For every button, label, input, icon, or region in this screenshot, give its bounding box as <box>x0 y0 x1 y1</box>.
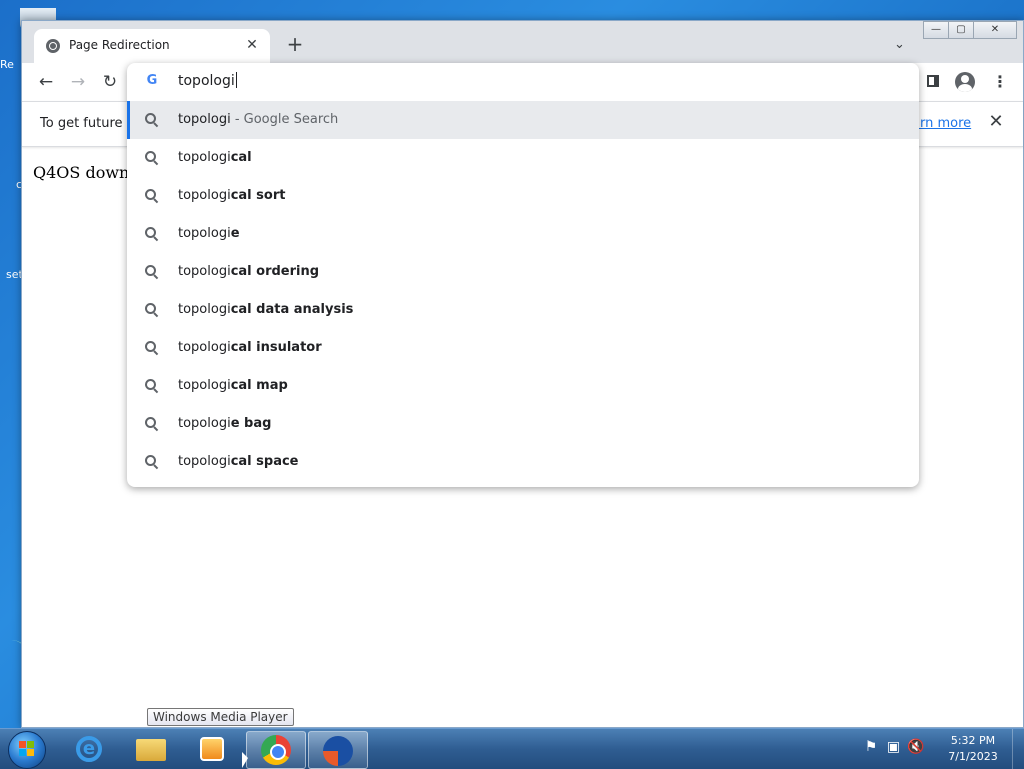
folder-icon <box>136 739 166 761</box>
page-content-text: Q4OS downl <box>33 163 135 182</box>
windows-logo-icon <box>19 741 35 757</box>
suggestion-item[interactable]: topological sort <box>127 177 919 215</box>
taskbar-chrome[interactable] <box>246 731 306 769</box>
network-icon[interactable]: ▣ <box>884 739 902 755</box>
side-panel-icon[interactable] <box>927 75 939 87</box>
info-bar-text: To get future G <box>40 116 137 131</box>
app-icon <box>323 736 353 766</box>
menu-button[interactable]: ⋮ <box>992 72 1008 92</box>
suggestion-item[interactable]: topological space <box>127 443 919 481</box>
suggestion-list: topologi - Google Search topological top… <box>127 101 919 481</box>
suggestion-item[interactable]: topologie <box>127 215 919 253</box>
suggestion-item[interactable]: topological data analysis <box>127 291 919 329</box>
suggestion-item[interactable]: topologi - Google Search <box>127 101 919 139</box>
taskbar: e ⚑ ▣ 🔇 5:32 PM 7/1/2023 <box>0 728 1024 769</box>
system-tray: ⚑ ▣ 🔇 <box>862 739 932 759</box>
title-bar: Page Redirection ✕ + ⌄ — ▢ ✕ <box>22 21 1023 63</box>
media-player-icon <box>200 737 224 761</box>
browser-window: Page Redirection ✕ + ⌄ — ▢ ✕ ← → ↻ ⋮ To … <box>21 20 1024 728</box>
maximize-button[interactable]: ▢ <box>948 21 974 39</box>
omnibox-dropdown: G topologi topologi - Google Search topo… <box>127 63 919 487</box>
taskbar-tooltip: Windows Media Player <box>147 708 294 726</box>
chevron-down-icon[interactable]: ⌄ <box>894 37 912 52</box>
search-icon <box>145 341 159 355</box>
suggestion-item[interactable]: topological ordering <box>127 253 919 291</box>
text-caret <box>235 72 237 88</box>
tab-title: Page Redirection <box>69 38 170 52</box>
desktop-icon-label: Re <box>0 58 14 71</box>
back-button[interactable]: ← <box>36 72 56 92</box>
volume-muted-icon[interactable]: 🔇 <box>907 739 925 755</box>
search-icon <box>145 265 159 279</box>
tab-page-redirection[interactable]: Page Redirection ✕ <box>34 29 270 63</box>
omnibox-input[interactable]: topologi <box>178 72 237 89</box>
close-icon[interactable]: ✕ <box>986 112 1006 132</box>
reload-button[interactable]: ↻ <box>100 72 120 92</box>
clock[interactable]: 5:32 PM 7/1/2023 <box>940 733 1006 765</box>
search-icon <box>145 379 159 393</box>
suggestion-item[interactable]: topological map <box>127 367 919 405</box>
show-desktop-button[interactable] <box>1012 729 1024 769</box>
minimize-button[interactable]: — <box>923 21 949 39</box>
omnibox-input-row[interactable]: G topologi <box>127 63 919 101</box>
suggestion-item[interactable]: topologie bag <box>127 405 919 443</box>
search-icon <box>145 417 159 431</box>
search-icon <box>145 303 159 317</box>
close-window-button[interactable]: ✕ <box>973 21 1017 39</box>
taskbar-app[interactable] <box>308 731 368 769</box>
suggestion-item[interactable]: topological insulator <box>127 329 919 367</box>
globe-icon <box>46 39 60 53</box>
start-button[interactable] <box>8 731 46 769</box>
mouse-cursor-icon <box>242 752 248 768</box>
close-icon[interactable]: ✕ <box>242 35 262 55</box>
search-icon <box>145 227 159 241</box>
internet-explorer-icon: e <box>76 736 102 762</box>
taskbar-file-explorer[interactable] <box>122 731 180 767</box>
suggestion-item[interactable]: topological <box>127 139 919 177</box>
taskbar-windows-media-player[interactable] <box>184 731 242 767</box>
clock-time: 5:32 PM <box>950 734 996 747</box>
new-tab-button[interactable]: + <box>284 34 306 56</box>
taskbar-internet-explorer[interactable]: e <box>60 731 118 767</box>
search-icon <box>145 151 159 165</box>
forward-button[interactable]: → <box>68 72 88 92</box>
search-icon <box>145 455 159 469</box>
search-icon <box>145 113 159 127</box>
profile-avatar-icon[interactable] <box>955 72 975 92</box>
action-center-flag-icon[interactable]: ⚑ <box>862 739 880 755</box>
search-icon <box>145 189 159 203</box>
google-icon: G <box>146 73 158 88</box>
clock-date: 7/1/2023 <box>948 750 998 763</box>
chrome-icon <box>261 735 291 765</box>
window-controls: — ▢ ✕ <box>923 21 1017 39</box>
